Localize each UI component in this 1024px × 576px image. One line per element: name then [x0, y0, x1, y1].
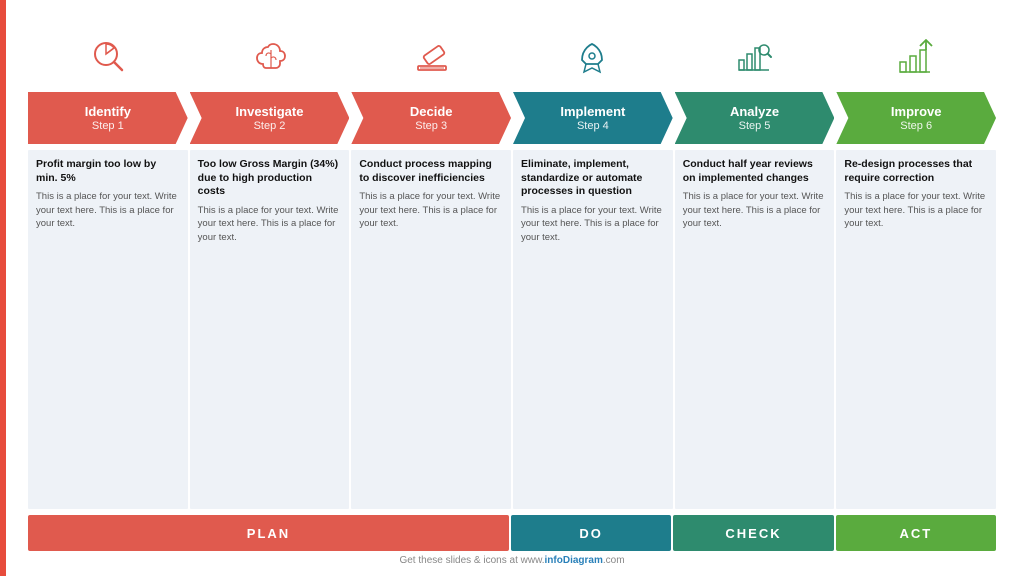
- icon-cell-improve: [833, 28, 994, 88]
- content-cell-4: Eliminate, implement, standardize or aut…: [513, 150, 673, 509]
- step-num-2: Step 2: [254, 120, 286, 132]
- page: Identify Step 1 Investigate Step 2 Decid…: [0, 0, 1024, 576]
- improve-icon: [892, 36, 936, 80]
- content-bold-5: Conduct half year reviews on implemented…: [683, 158, 827, 185]
- content-row: Profit margin too low by min. 5% This is…: [28, 150, 996, 509]
- investigate-icon: [249, 36, 293, 80]
- content-text-1: This is a place for your text. Write you…: [36, 190, 180, 230]
- content-cell-1: Profit margin too low by min. 5% This is…: [28, 150, 188, 509]
- icon-cell-identify: [30, 28, 191, 88]
- icon-cell-investigate: [191, 28, 352, 88]
- bottom-row: PLANDOCHECKACT: [28, 515, 996, 551]
- step-arrow-4: Implement Step 4: [513, 92, 673, 144]
- content-text-5: This is a place for your text. Write you…: [683, 190, 827, 230]
- bottom-label-check: CHECK: [673, 515, 833, 551]
- step-num-5: Step 5: [739, 120, 771, 132]
- footer-brand: infoDiagram: [545, 555, 603, 566]
- footer: Get these slides & icons at www.infoDiag…: [28, 555, 996, 566]
- step-name-2: Investigate: [236, 104, 304, 120]
- step-name-5: Analyze: [730, 104, 779, 120]
- step-arrow-5: Analyze Step 5: [675, 92, 835, 144]
- content-bold-6: Re-design processes that require correct…: [844, 158, 988, 185]
- step-arrow-3: Decide Step 3: [351, 92, 511, 144]
- bottom-label-plan: PLAN: [28, 515, 509, 551]
- content-cell-6: Re-design processes that require correct…: [836, 150, 996, 509]
- icon-cell-analyze: [673, 28, 834, 88]
- analyze-icon: [731, 36, 775, 80]
- content-bold-4: Eliminate, implement, standardize or aut…: [521, 158, 665, 199]
- step-arrow-6: Improve Step 6: [836, 92, 996, 144]
- content-cell-5: Conduct half year reviews on implemented…: [675, 150, 835, 509]
- step-arrow-1: Identify Step 1: [28, 92, 188, 144]
- icon-cell-implement: [512, 28, 673, 88]
- content-cell-2: Too low Gross Margin (34%) due to high p…: [190, 150, 350, 509]
- implement-icon: [570, 36, 614, 80]
- content-cell-3: Conduct process mapping to discover inef…: [351, 150, 511, 509]
- accent-bar: [0, 0, 6, 576]
- identify-icon: [88, 36, 132, 80]
- content-text-2: This is a place for your text. Write you…: [198, 204, 342, 244]
- decide-icon: [410, 36, 454, 80]
- step-num-1: Step 1: [92, 120, 124, 132]
- step-name-3: Decide: [410, 104, 453, 120]
- content-bold-2: Too low Gross Margin (34%) due to high p…: [198, 158, 342, 199]
- icon-cell-decide: [351, 28, 512, 88]
- bottom-label-do: DO: [511, 515, 671, 551]
- step-num-6: Step 6: [900, 120, 932, 132]
- step-name-6: Improve: [891, 104, 942, 120]
- step-num-3: Step 3: [415, 120, 447, 132]
- content-bold-1: Profit margin too low by min. 5%: [36, 158, 180, 185]
- content-bold-3: Conduct process mapping to discover inef…: [359, 158, 503, 185]
- icons-row: [28, 28, 996, 88]
- step-name-4: Implement: [560, 104, 625, 120]
- content-text-3: This is a place for your text. Write you…: [359, 190, 503, 230]
- bottom-label-act: ACT: [836, 515, 996, 551]
- header: [28, 18, 996, 20]
- step-name-1: Identify: [85, 104, 131, 120]
- content-text-4: This is a place for your text. Write you…: [521, 204, 665, 244]
- steps-row: Identify Step 1 Investigate Step 2 Decid…: [28, 92, 996, 144]
- step-arrow-2: Investigate Step 2: [190, 92, 350, 144]
- content-text-6: This is a place for your text. Write you…: [844, 190, 988, 230]
- step-num-4: Step 4: [577, 120, 609, 132]
